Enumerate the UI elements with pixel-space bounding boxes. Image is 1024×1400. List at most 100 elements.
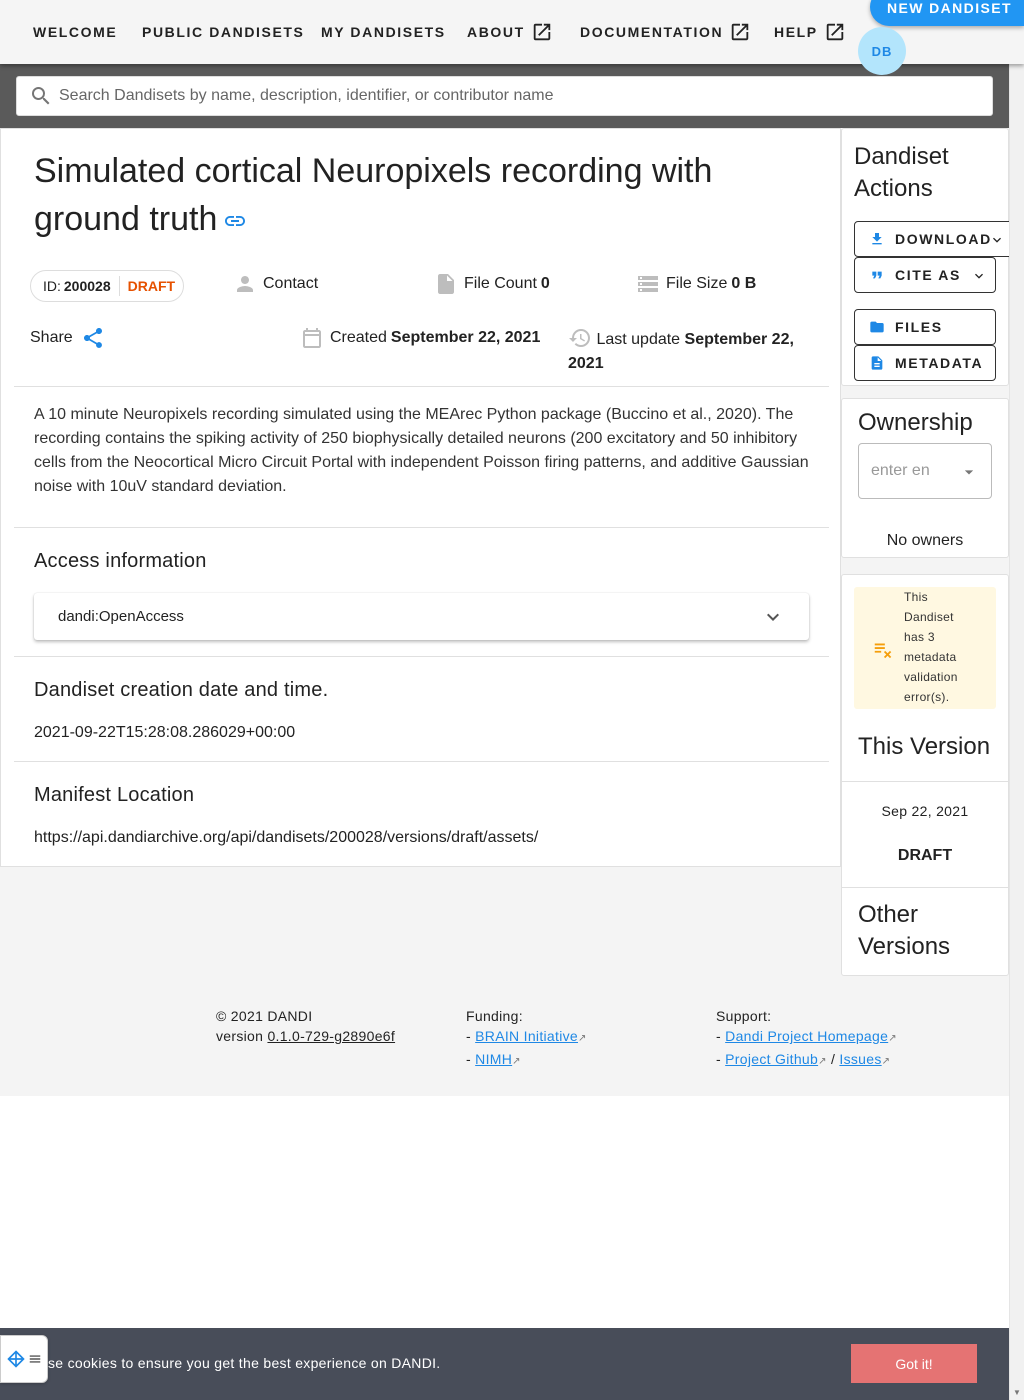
nav-public-dandisets[interactable]: PUBLIC DANDISETS — [142, 22, 305, 42]
id-label: ID: — [43, 278, 61, 294]
download-icon — [872, 233, 882, 245]
status-badge: DRAFT — [127, 278, 176, 294]
external-link-icon — [826, 23, 843, 41]
nav-my-dandisets[interactable]: MY DANDISETS — [321, 22, 446, 42]
footer-copyright-col: © 2021 DANDI version 0.1.0-729-g2890e6f — [216, 1006, 395, 1046]
file-icon — [438, 274, 454, 294]
created-date: Created September 22, 2021 — [300, 326, 540, 350]
calendar-icon — [303, 328, 321, 348]
file-count: File Count 0 — [434, 272, 550, 296]
access-expander[interactable]: dandi:OpenAccess — [34, 593, 809, 640]
contact[interactable]: Contact — [233, 272, 318, 296]
divider — [14, 527, 829, 528]
quote-icon — [872, 271, 882, 279]
external-link-icon: ↗ — [578, 1033, 587, 1044]
search-input[interactable] — [59, 87, 959, 105]
dandiset-id: 200028 — [63, 278, 111, 294]
copyright-text: © 2021 DANDI — [216, 1008, 313, 1024]
nav-help[interactable]: HELP — [774, 22, 846, 42]
dash: - — [716, 1051, 721, 1067]
external-link-icon — [533, 23, 551, 41]
blank-area — [0, 1096, 1009, 1328]
search-bar — [0, 64, 1009, 128]
files-button[interactable]: FILES — [854, 309, 996, 345]
manifest-value: https://api.dandiarchive.org/api/dandise… — [34, 829, 539, 846]
dash: - — [716, 1028, 721, 1044]
search-box — [16, 76, 993, 116]
user-avatar[interactable]: DB — [858, 27, 906, 75]
divider — [14, 386, 829, 387]
scroll-down-arrow-icon[interactable]: ▼ — [1013, 1388, 1021, 1397]
network-icon — [7, 1350, 25, 1368]
issues-link[interactable]: Issues — [839, 1051, 881, 1067]
metadata-button[interactable]: METADATA — [854, 345, 996, 381]
creation-heading: Dandiset creation date and time. — [34, 679, 329, 701]
owner-select[interactable]: enter en — [858, 443, 992, 499]
actions-card: Dandiset Actions DOWNLOAD CITE AS FILES … — [841, 128, 1014, 386]
access-heading: Access information — [34, 550, 207, 572]
dash: - — [466, 1051, 471, 1067]
top-nav: WELCOME PUBLIC DANDISETS MY DANDISETS AB… — [0, 0, 1024, 75]
chevron-down-icon — [993, 237, 1001, 243]
divider — [14, 761, 829, 762]
slash: / — [830, 1051, 836, 1067]
funding-label: Funding: — [466, 1008, 523, 1024]
created-label: Created — [330, 329, 387, 346]
nav-welcome[interactable]: WELCOME — [33, 22, 117, 42]
divider — [14, 656, 829, 657]
nimh-link[interactable]: NIMH — [475, 1051, 512, 1067]
validation-alert[interactable]: This Dandiset has 3 metadata validation … — [854, 587, 996, 709]
cookie-accept-button[interactable]: Got it! — [851, 1344, 977, 1383]
external-link-icon: ↗ — [818, 1056, 827, 1067]
link-icon[interactable] — [223, 209, 247, 233]
cite-as-button[interactable]: CITE AS — [854, 257, 996, 293]
page-title: Simulated cortical Neuropixels recording… — [34, 147, 804, 243]
divider — [842, 887, 1008, 888]
metadata-label: METADATA — [895, 355, 984, 371]
updated-label: Last update — [596, 331, 681, 348]
nav-welcome-label: WELCOME — [33, 24, 118, 40]
version-label: version — [216, 1028, 264, 1044]
widget-toggle-button[interactable] — [0, 1335, 48, 1383]
new-dandiset-button[interactable]: NEW DANDISET — [870, 0, 1024, 26]
search-icon — [32, 87, 50, 105]
history-icon — [569, 329, 590, 347]
version-name[interactable]: DRAFT — [842, 847, 1008, 865]
this-version-heading: This Version — [858, 733, 991, 760]
files-label: FILES — [895, 319, 943, 335]
scrollbar[interactable]: ▲ ▼ — [1009, 0, 1024, 1400]
file-size: File Size 0 B — [636, 272, 756, 296]
github-link[interactable]: Project Github — [725, 1051, 818, 1067]
nav-documentation[interactable]: DOCUMENTATION — [580, 22, 751, 42]
folder-icon — [870, 321, 884, 333]
footer-funding-col: Funding: - BRAIN Initiative↗ - NIMH↗ — [466, 1006, 587, 1072]
homepage-link[interactable]: Dandi Project Homepage — [725, 1028, 888, 1044]
menu-icon — [29, 1355, 41, 1363]
download-button[interactable]: DOWNLOAD — [854, 221, 1014, 257]
nav-about[interactable]: ABOUT — [467, 22, 553, 42]
ownership-card: Ownership enter en No owners — [841, 398, 1009, 558]
external-link-icon — [731, 23, 749, 41]
external-link-icon: ↗ — [888, 1033, 897, 1044]
version-date[interactable]: Sep 22, 2021 — [842, 803, 1008, 819]
person-icon — [237, 276, 253, 292]
divider — [842, 781, 1008, 782]
version-link[interactable]: 0.1.0-729-g2890e6f — [267, 1028, 395, 1044]
nav-about-label: ABOUT — [467, 24, 525, 40]
cite-label: CITE AS — [895, 267, 961, 283]
nav-docs-label: DOCUMENTATION — [580, 24, 724, 40]
chevron-down-icon — [767, 613, 779, 621]
cookie-banner: se cookies to ensure you get the best ex… — [0, 1328, 1009, 1400]
footer: © 2021 DANDI version 0.1.0-729-g2890e6f … — [0, 986, 1009, 1096]
versions-card: This Dandiset has 3 metadata validation … — [841, 574, 1009, 976]
dandiset-title: Simulated cortical Neuropixels recording… — [34, 152, 713, 238]
share-label: Share — [30, 329, 73, 346]
storage-icon — [638, 276, 658, 292]
document-icon — [871, 356, 883, 370]
nav-public-label: PUBLIC DANDISETS — [142, 24, 305, 40]
dropdown-arrow-icon — [964, 470, 974, 475]
actions-heading: Dandiset Actions — [854, 143, 949, 202]
no-owners-text: No owners — [886, 532, 964, 549]
brain-initiative-link[interactable]: BRAIN Initiative — [475, 1028, 578, 1044]
share-button[interactable]: Share — [30, 326, 111, 350]
